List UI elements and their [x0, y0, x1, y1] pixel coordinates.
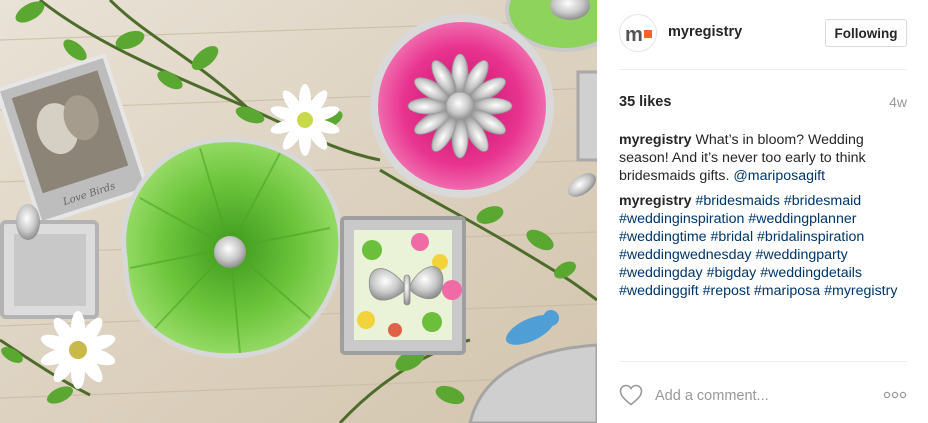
following-button[interactable]: Following — [825, 19, 907, 47]
add-comment-input[interactable] — [655, 385, 865, 407]
hashtags-comment: myregistry #bridesmaids #bridesmaid #wed… — [619, 192, 911, 300]
myregistry-logo-icon: m — [625, 24, 652, 46]
svg-text:m: m — [625, 24, 643, 46]
mention-link[interactable]: @mariposagift — [733, 168, 825, 184]
hashtag-link[interactable]: #repost — [703, 283, 750, 299]
comment-author[interactable]: myregistry — [619, 193, 692, 209]
more-options-icon[interactable] — [883, 391, 907, 399]
hashtag-link[interactable]: #weddingplanner — [748, 211, 856, 227]
post-age[interactable]: 4w — [889, 94, 907, 110]
hashtag-link[interactable]: #myregistry — [824, 283, 897, 299]
avatar[interactable]: m — [619, 14, 657, 52]
hashtag-link[interactable]: #weddinginspiration — [619, 211, 744, 227]
header-divider — [619, 69, 907, 70]
hashtag-link[interactable]: #weddingwednesday — [619, 247, 752, 263]
comment-bar — [619, 382, 907, 410]
comment-author[interactable]: myregistry — [619, 132, 692, 148]
hashtag-link[interactable]: #weddingtime — [619, 229, 707, 245]
hashtag-link[interactable]: #weddingparty — [755, 247, 847, 263]
hashtag-link[interactable]: #bridalinspiration — [757, 229, 864, 245]
post-image[interactable]: Love Birds — [0, 0, 597, 423]
hashtag-link[interactable]: #bridesmaids — [696, 193, 780, 209]
comment-divider — [619, 361, 907, 362]
post-stats: 35 likes 4w — [619, 93, 907, 113]
post-header: m myregistry Following — [597, 0, 928, 69]
hashtag-link[interactable]: #bigday — [707, 265, 757, 281]
post-sidebar: m myregistry Following 35 likes 4w myreg… — [597, 0, 928, 423]
hashtag-link[interactable]: #bridal — [711, 229, 754, 245]
caption-comment: myregistry What’s in bloom? Wedding seas… — [619, 131, 911, 185]
hashtag-link[interactable]: #weddingdetails — [760, 265, 862, 281]
comment-list: myregistry What’s in bloom? Wedding seas… — [619, 131, 911, 307]
hashtag-link[interactable]: #weddinggift — [619, 283, 699, 299]
hashtag-link[interactable]: #mariposa — [754, 283, 820, 299]
heart-outline-icon[interactable] — [619, 384, 643, 406]
likes-count[interactable]: 35 likes — [619, 94, 671, 110]
hashtag-link[interactable]: #weddingday — [619, 265, 703, 281]
hashtag-link[interactable]: #bridesmaid — [784, 193, 861, 209]
username[interactable]: myregistry — [668, 24, 742, 40]
